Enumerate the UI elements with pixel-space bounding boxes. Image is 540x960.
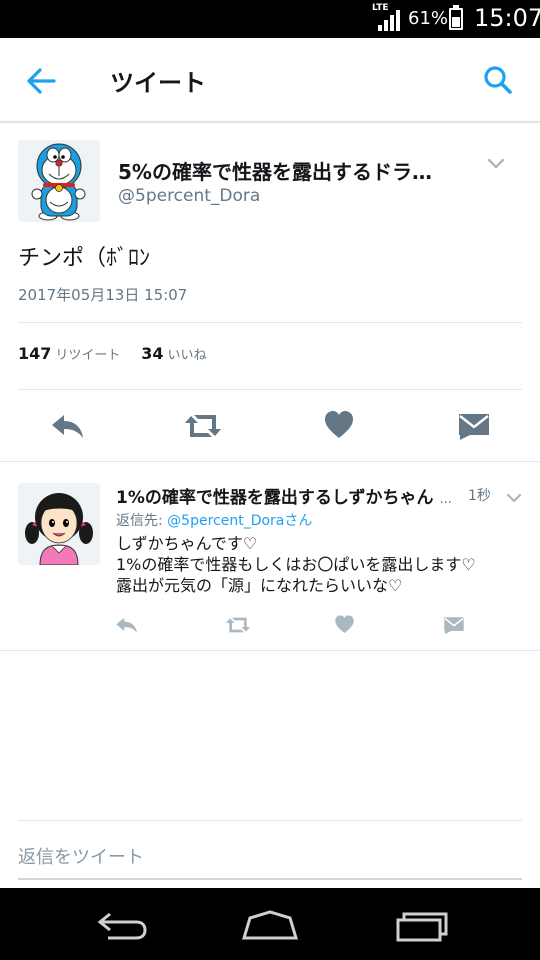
heart-icon bbox=[325, 411, 353, 438]
reply-icon bbox=[52, 415, 83, 438]
replying-to-prefix: 返信先: bbox=[116, 513, 163, 529]
reply-handle-truncated: ... bbox=[439, 492, 452, 507]
reply-tweet-retweet-button[interactable] bbox=[224, 615, 252, 639]
tweet-text: チンポ（ﾎﾞﾛﾝ bbox=[18, 246, 151, 271]
dm-icon bbox=[459, 414, 489, 440]
replying-to: 返信先: @5percent_Doraさん bbox=[116, 510, 312, 530]
tweet-timestamp: 2017年05月13日 15:07 bbox=[18, 286, 188, 304]
divider bbox=[18, 322, 522, 323]
retweet-count-label: リツイート bbox=[55, 348, 121, 363]
status-time: 15:07 bbox=[474, 4, 540, 32]
shizuka-avatar-icon bbox=[18, 483, 100, 565]
reply-compose-field[interactable]: 返信をツイート bbox=[18, 820, 522, 880]
back-nav-icon bbox=[97, 912, 147, 940]
reply-time: 1秒 bbox=[468, 488, 491, 504]
search-icon bbox=[484, 66, 512, 94]
battery-icon bbox=[449, 5, 463, 30]
reply-tweet[interactable]: 1%の確率で性器を露出するしずかちゃん ... 1秒 返信先: @5percen… bbox=[0, 463, 540, 651]
replying-to-user-link[interactable]: @5percent_Doraさん bbox=[167, 513, 312, 529]
doraemon-avatar-icon bbox=[18, 140, 100, 222]
signal-icon bbox=[378, 9, 404, 31]
dm-icon bbox=[444, 617, 464, 635]
retweet-count[interactable]: 147 bbox=[18, 344, 51, 363]
main-tweet: 5%の確率で性器を露出するドラ… @5percent_Dora チンポ（ﾎﾞﾛﾝ… bbox=[0, 124, 540, 462]
recents-nav-icon bbox=[396, 912, 448, 942]
direct-message-button[interactable] bbox=[457, 411, 491, 445]
back-button[interactable] bbox=[24, 66, 58, 96]
user-handle[interactable]: @5percent_Dora bbox=[118, 186, 260, 206]
like-count-label: いいね bbox=[167, 348, 207, 363]
status-bar: LTE 61% 15:07 bbox=[0, 0, 540, 38]
arrow-left-icon bbox=[27, 68, 56, 94]
chevron-down-icon bbox=[487, 158, 505, 169]
retweet-icon bbox=[226, 617, 250, 633]
tweet-stats: 147 リツイート 34 いいね bbox=[18, 344, 206, 363]
like-button[interactable] bbox=[323, 409, 355, 445]
retweet-button[interactable] bbox=[182, 411, 224, 445]
chevron-down-icon bbox=[506, 493, 522, 503]
reply-display-name[interactable]: 1%の確率で性器を露出するしずかちゃん ... bbox=[116, 483, 461, 508]
tweet-options-button[interactable] bbox=[486, 156, 506, 170]
reply-options-button[interactable] bbox=[506, 489, 522, 503]
avatar[interactable] bbox=[18, 483, 100, 565]
reply-tweet-reply-button[interactable] bbox=[115, 615, 139, 639]
nav-back-button[interactable] bbox=[92, 906, 152, 942]
home-nav-icon bbox=[241, 910, 299, 940]
reply-text: しずかちゃんです♡ 1%の確率で性器もしくはお〇ぱいを露出します♡ 露出が元気の… bbox=[116, 534, 476, 595]
heart-icon bbox=[335, 615, 354, 634]
avatar[interactable] bbox=[18, 140, 100, 222]
system-nav-bar bbox=[0, 888, 540, 960]
reply-button[interactable] bbox=[50, 411, 86, 445]
search-button[interactable] bbox=[482, 64, 514, 96]
divider bbox=[18, 389, 522, 390]
display-name[interactable]: 5%の確率で性器を露出するドラ… bbox=[118, 156, 463, 185]
compose-placeholder: 返信をツイート bbox=[18, 847, 144, 868]
reply-tweet-like-button[interactable] bbox=[334, 614, 355, 639]
retweet-icon bbox=[185, 415, 221, 437]
reply-icon bbox=[116, 617, 137, 633]
nav-home-button[interactable] bbox=[240, 906, 300, 942]
page-title: ツイート bbox=[110, 69, 206, 97]
nav-recents-button[interactable] bbox=[392, 906, 452, 942]
battery-percent: 61% bbox=[408, 8, 449, 29]
reply-name-text: 1%の確率で性器を露出するしずかちゃん bbox=[116, 488, 434, 508]
app-header: ツイート bbox=[0, 38, 540, 122]
like-count[interactable]: 34 bbox=[141, 344, 163, 363]
reply-tweet-dm-button[interactable] bbox=[443, 615, 465, 639]
